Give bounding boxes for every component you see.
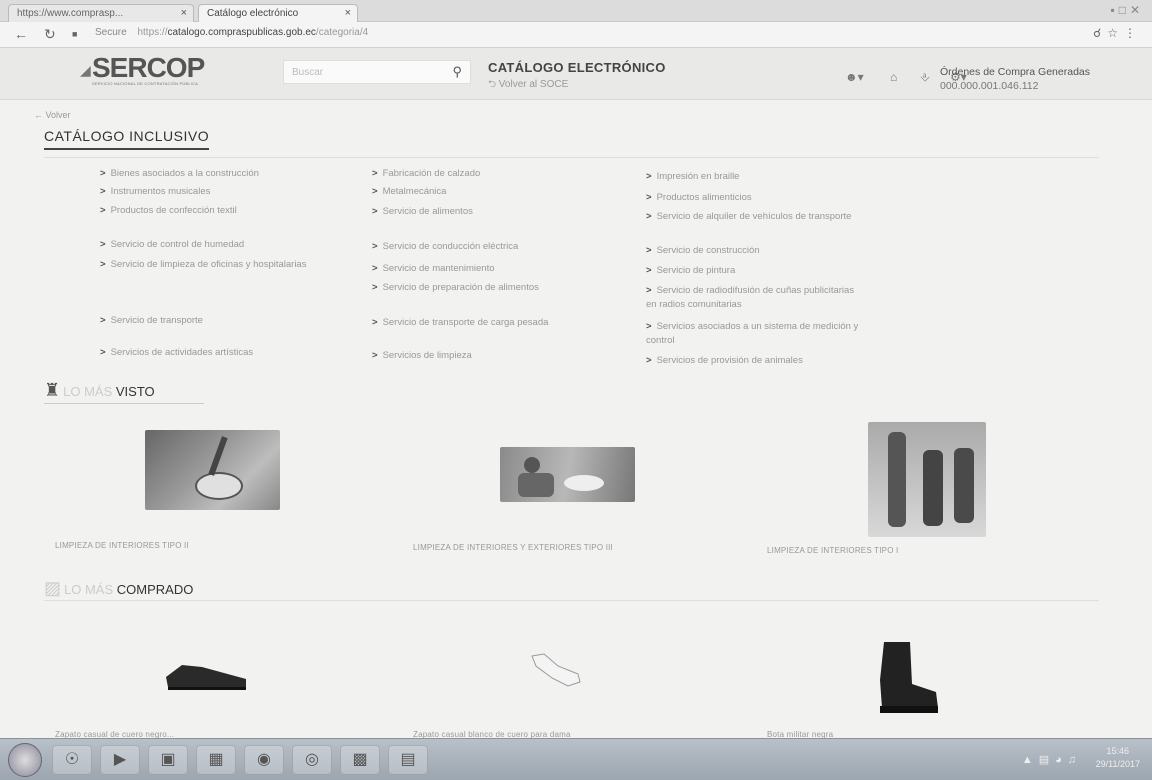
reload-icon[interactable]: ↻: [44, 26, 56, 43]
logo-text: SERCOP: [92, 52, 205, 83]
cart-icon[interactable]: ⎀: [920, 70, 930, 85]
category-link[interactable]: > Bienes asociados a la construcción: [100, 167, 350, 181]
browser-tab[interactable]: https://www.comprasp... ×: [8, 4, 194, 22]
shopping-bag-icon: ▨: [44, 578, 62, 598]
section-title: CATÁLOGO INCLUSIVO: [44, 128, 210, 150]
category-link[interactable]: > Servicio de alquiler de vehículos de tr…: [646, 210, 866, 224]
secure-label: Secure: [95, 27, 127, 38]
product-title[interactable]: LIMPIEZA DE INTERIORES Y EXTERIORES TIPO…: [413, 543, 613, 552]
address-bar: ← ↻ ■ Secure https://catalogo.compraspub…: [0, 22, 1152, 48]
category-link[interactable]: > Servicio de preparación de alimentos: [372, 281, 622, 295]
product-image[interactable]: [145, 430, 280, 510]
os-taskbar: ☉ ▶ ▣ ▦ ◉ ◎ ▩ ▤ ▲▤◕♫ 15:46 29/11/2017: [0, 738, 1152, 780]
boot-illustration: [880, 642, 938, 713]
category-link[interactable]: > Servicio de alimentos: [372, 205, 622, 219]
word-icon[interactable]: ▤: [388, 745, 428, 775]
category-link[interactable]: > Productos de confección textil: [100, 204, 350, 218]
site-header: ◢ SERCOP SERVICIO NACIONAL DE CONTRATACI…: [0, 48, 1152, 100]
clock[interactable]: 15:46 29/11/2017: [1096, 745, 1140, 771]
category-link[interactable]: > Servicio de radiodifusión de cuñas publ…: [646, 284, 866, 312]
category-link[interactable]: > Instrumentos musicales: [100, 185, 350, 199]
spreadsheet-icon[interactable]: ▦: [196, 745, 236, 775]
most-viewed-heading: ♜ LO MÁS VISTO: [44, 380, 155, 400]
divider: [44, 157, 1099, 158]
back-link[interactable]: ← Volver: [34, 110, 71, 120]
category-link[interactable]: > Metalmecánica: [372, 185, 622, 199]
category-link[interactable]: > Servicios de limpieza: [372, 349, 622, 363]
category-link[interactable]: > Servicios asociados a un sistema de med…: [646, 320, 866, 348]
search-input[interactable]: Buscar ⚲: [283, 60, 471, 84]
search-icon[interactable]: ⚲: [452, 64, 462, 80]
browser-actions[interactable]: ☌☆⋮: [1093, 26, 1142, 40]
divider: [44, 600, 1099, 601]
url-path: /categoria/4: [315, 27, 369, 38]
category-link[interactable]: > Servicio de transporte de carga pesada: [372, 316, 632, 330]
category-link[interactable]: > Servicio de mantenimiento: [372, 262, 622, 276]
catalog-title: CATÁLOGO ELECTRÓNICO: [488, 60, 666, 75]
category-link[interactable]: > Servicio de transporte: [100, 314, 350, 328]
back-to-soce-link[interactable]: ⮌ Volver al SOCE: [488, 77, 568, 94]
lock-icon: ■: [72, 29, 78, 39]
browser-tabbar: https://www.comprasp... × Catálogo elect…: [0, 0, 1152, 22]
white-shoe-illustration: [531, 653, 581, 687]
category-link[interactable]: > Servicios de provisión de animales: [646, 354, 896, 368]
sercop-logo[interactable]: ◢ SERCOP SERVICIO NACIONAL DE CONTRATACI…: [80, 52, 205, 86]
divider: [44, 403, 204, 404]
app-icon[interactable]: ▩: [340, 745, 380, 775]
orders-label: Órdenes de Compra Generadas: [940, 66, 1090, 78]
home-icon[interactable]: ⌂: [890, 70, 897, 84]
product-image[interactable]: [528, 650, 583, 690]
clock-date: 29/11/2017: [1095, 759, 1140, 769]
system-tray[interactable]: ▲▤◕♫: [1022, 753, 1082, 766]
logo-subtitle: SERVICIO NACIONAL DE CONTRATACIÓN PÚBLIC…: [92, 81, 199, 86]
tab-label: Catálogo electrónico: [207, 8, 299, 19]
binoculars-icon: ♜: [44, 380, 61, 400]
category-link[interactable]: > Servicio de construcción: [646, 244, 896, 258]
close-tab-icon[interactable]: ×: [345, 7, 351, 19]
category-link[interactable]: > Fabricación de calzado: [372, 167, 622, 181]
chrome-icon[interactable]: ◎: [292, 745, 332, 775]
folder-icon[interactable]: ▣: [148, 745, 188, 775]
tab-label: https://www.comprasp...: [17, 8, 124, 19]
clock-time: 15:46: [1106, 746, 1130, 756]
window-controls[interactable]: ▪□✕: [1110, 3, 1144, 17]
firefox-icon[interactable]: ◉: [244, 745, 284, 775]
close-tab-icon[interactable]: ×: [181, 7, 187, 19]
most-bought-heading: ▨ LO MÁS COMPRADO: [44, 578, 194, 598]
category-link[interactable]: > Impresión en braille: [646, 170, 896, 184]
black-shoe-illustration: [166, 665, 246, 690]
orders-count: 000.000.001.046.112: [940, 80, 1039, 92]
media-icon[interactable]: ▶: [100, 745, 140, 775]
ie-icon[interactable]: ☉: [52, 745, 92, 775]
product-image[interactable]: [876, 640, 942, 716]
category-link[interactable]: > Servicio de pintura: [646, 264, 896, 278]
back-arrow-icon[interactable]: ←: [14, 26, 28, 42]
logo-mark-icon: ◢: [80, 62, 91, 78]
category-link[interactable]: > Servicio de control de humedad: [100, 238, 350, 252]
url-field[interactable]: Secure https://catalogo.compraspublicas.…: [95, 27, 368, 38]
category-link[interactable]: > Productos alimenticios: [646, 191, 896, 205]
url-prefix: https://: [137, 27, 168, 38]
search-placeholder: Buscar: [292, 67, 324, 78]
product-title[interactable]: LIMPIEZA DE INTERIORES TIPO I: [767, 546, 898, 555]
product-title[interactable]: LIMPIEZA DE INTERIORES TIPO II: [55, 541, 189, 550]
product-image[interactable]: [162, 655, 250, 695]
start-button[interactable]: [8, 743, 42, 777]
browser-tab-active[interactable]: Catálogo electrónico ×: [198, 4, 358, 22]
category-link[interactable]: > Servicio de conducción eléctrica: [372, 240, 622, 254]
category-link[interactable]: > Servicio de limpieza de oficinas y hosp…: [100, 258, 320, 272]
product-image[interactable]: [868, 422, 986, 537]
user-icon[interactable]: ☻▾: [845, 70, 864, 84]
orders-counter: Órdenes de Compra Generadas 000.000.001.…: [940, 66, 1090, 92]
category-link[interactable]: > Servicios de actividades artísticas: [100, 346, 350, 360]
product-image[interactable]: [500, 447, 635, 502]
url-host: catalogo.compraspublicas.gob.ec: [167, 27, 316, 38]
